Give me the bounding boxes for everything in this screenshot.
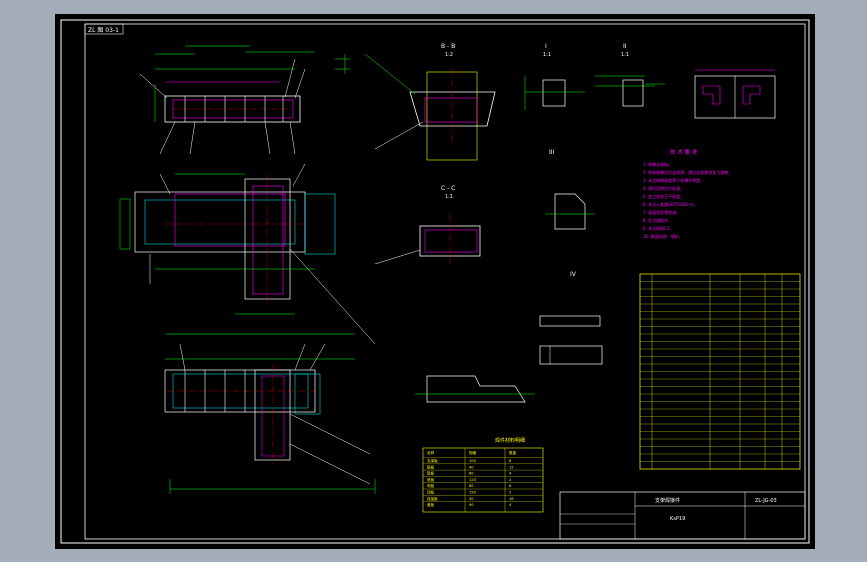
materials-cell: 侧板: [427, 483, 435, 488]
materials-header: 名称: [427, 450, 435, 455]
view-bottom[interactable]: [164, 333, 376, 494]
materials-cell: 60: [469, 472, 474, 476]
notes-title: 技 术 要 求: [670, 148, 698, 156]
materials-caption: 焊件材料明细: [495, 437, 525, 444]
materials-cell: 支架板: [427, 458, 438, 463]
note-line: 9. 未注倒角C1。: [643, 225, 673, 231]
materials-cell: 150: [469, 491, 477, 495]
section-b-label: B - B: [441, 43, 455, 50]
company-name: KsP19: [670, 516, 685, 522]
materials-cell: 2: [509, 491, 511, 495]
note-line: 10. 表面处理：喷砂。: [643, 233, 683, 239]
materials-cell: 连接板: [427, 496, 438, 501]
materials-header: 数量: [509, 450, 517, 455]
drawing-sheet[interactable]: ZL 图 03-1 B - B 1:2 C - C 1:1 I 1:1 II 1…: [55, 14, 815, 549]
detail-ii-scale: 1:1: [621, 52, 629, 58]
materials-cell: 30: [469, 497, 474, 501]
materials-cell: 垫板: [427, 471, 435, 476]
materials-cell: 16: [509, 497, 514, 501]
section-b-scale: 1:2: [445, 52, 453, 58]
view-detail-ii[interactable]: II 1:1: [621, 43, 665, 107]
materials-cell: 90: [469, 503, 474, 507]
note-line: 6. 未注公差按GB/T1804-m。: [643, 201, 697, 207]
materials-cell: 2: [509, 478, 511, 482]
materials-cell: 8: [509, 459, 512, 463]
cad-viewport[interactable]: ZL 图 03-1 B - B 1:2 C - C 1:1 I 1:1 II 1…: [0, 0, 867, 562]
note-line: 4. 焊后消除应力处理。: [643, 185, 684, 191]
materials-table[interactable]: 焊件材料明细 名称 规格 数量 支架板 100 8 筋板 40 12 垫板 60 4 底板 120 2…: [422, 437, 544, 513]
materials-cell: 顶板: [427, 490, 435, 495]
note-line: 5. 加工前校正平面度。: [643, 193, 684, 199]
detail-iv-label: IV: [570, 271, 577, 278]
note-line: 8. 孔位按配作。: [643, 217, 672, 223]
view-detail-i[interactable]: I 1:1: [524, 43, 655, 110]
view-section-b[interactable]: B - B 1:2: [364, 43, 496, 161]
note-line: 7. 表面涂防锈底漆。: [643, 209, 680, 215]
materials-cell: 120: [469, 478, 477, 482]
sheet-tag: ZL 图 03-1: [88, 27, 119, 34]
note-line: 1. 焊缝无缺陷。: [643, 161, 672, 167]
detail-ii-label: II: [623, 43, 627, 50]
materials-cell: 4: [509, 472, 512, 476]
view-detail-iv[interactable]: IV: [539, 271, 603, 365]
section-c-label: C - C: [441, 185, 455, 192]
technical-notes: 技 术 要 求 1. 焊缝无缺陷。 2. 所有焊缝均为连续焊，焊后去除焊渣及飞溅…: [643, 148, 732, 239]
materials-cell: 100: [469, 459, 477, 463]
view-section-c[interactable]: C - C 1:1: [374, 185, 481, 265]
view-front-elevation[interactable]: [139, 45, 350, 155]
materials-cell: 盖板: [427, 502, 435, 507]
drawing-name: 支架焊接件: [655, 497, 680, 504]
detail-i-label: I: [545, 43, 547, 50]
materials-cell: 40: [469, 465, 474, 469]
materials-cell: 4: [509, 503, 512, 507]
materials-cell: 筋板: [427, 464, 435, 469]
view-detail-iii[interactable]: III: [545, 149, 595, 230]
materials-header: 规格: [469, 450, 477, 455]
title-block[interactable]: 支架焊接件 ZL-JG-03 KsP19: [559, 491, 806, 540]
view-layout-diagram[interactable]: [694, 69, 776, 119]
note-line: 3. 未注焊缝高度等于较薄件厚度。: [643, 177, 704, 183]
cad-drawing-canvas[interactable]: ZL 图 03-1 B - B 1:2 C - C 1:1 I 1:1 II 1…: [55, 14, 815, 549]
note-line: 2. 所有焊缝均为连续焊，焊后去除焊渣及飞溅物。: [643, 169, 732, 175]
detail-i-scale: 1:1: [543, 52, 551, 58]
detail-iii-label: III: [549, 149, 555, 156]
materials-cell: 12: [509, 465, 514, 469]
materials-cell: 80: [469, 484, 474, 488]
section-c-scale: 1:1: [445, 194, 453, 200]
parts-list-table[interactable]: [639, 273, 801, 470]
view-key-part[interactable]: [415, 375, 535, 403]
view-plan[interactable]: [119, 163, 376, 345]
drawing-code: ZL-JG-03: [755, 498, 777, 504]
materials-cell: 6: [509, 484, 512, 488]
materials-cell: 底板: [427, 477, 435, 482]
